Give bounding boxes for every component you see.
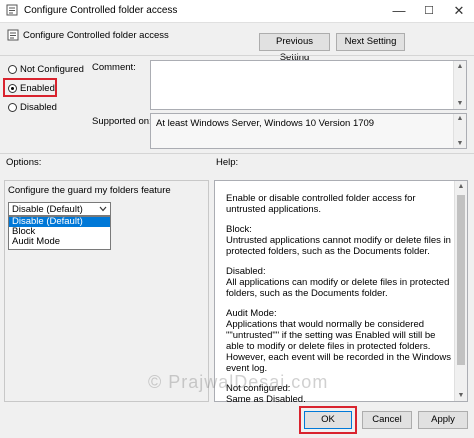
comment-textbox[interactable]: ▲ ▼ [150, 60, 467, 110]
help-scrollbar[interactable]: ▲ ▼ [454, 181, 467, 401]
scroll-down-icon[interactable]: ▼ [454, 100, 466, 107]
options-panel: Configure the guard my folders feature D… [4, 180, 209, 402]
apply-button[interactable]: Apply [418, 411, 468, 429]
annotation-highlight [3, 78, 57, 97]
help-not-configured-text: Same as Disabled. [226, 394, 306, 405]
title-bar: Configure Controlled folder access — ☐ ✕ [0, 0, 474, 23]
section-divider [0, 153, 474, 154]
close-button[interactable]: ✕ [444, 0, 474, 22]
supported-on-box: At least Windows Server, Windows 10 Vers… [150, 113, 467, 149]
minimize-button[interactable]: — [384, 0, 414, 22]
radio-circle[interactable] [8, 103, 17, 112]
help-disabled-text: All applications can modify or delete fi… [226, 277, 450, 299]
guard-folders-label: Configure the guard my folders feature [8, 185, 171, 196]
scroll-up-icon[interactable]: ▲ [455, 183, 467, 190]
help-disabled-heading: Disabled: [226, 266, 266, 277]
options-label: Options: [6, 157, 42, 168]
supported-scrollbar[interactable]: ▲ ▼ [453, 114, 466, 148]
scroll-down-icon[interactable]: ▼ [455, 392, 467, 399]
help-block-text: Untrusted applications cannot modify or … [226, 235, 451, 257]
help-panel: Enable or disable controlled folder acce… [214, 180, 468, 405]
maximize-button[interactable]: ☐ [414, 0, 444, 22]
header-divider [0, 55, 474, 56]
cancel-button[interactable]: Cancel [362, 411, 412, 429]
dropdown-option-audit-mode[interactable]: Audit Mode [12, 237, 60, 247]
chevron-down-icon[interactable] [99, 206, 107, 212]
watermark: © PrajwalDesai.com [148, 372, 329, 392]
scroll-thumb[interactable] [457, 195, 465, 365]
policy-icon [6, 4, 18, 16]
guard-folders-dropdown[interactable]: Disable (Default) [8, 202, 111, 216]
help-audit-text: Applications that would normally be cons… [226, 319, 451, 374]
next-setting-button[interactable]: Next Setting [336, 33, 405, 51]
radio-not-configured[interactable]: Not Configured [8, 64, 84, 75]
help-audit-heading: Audit Mode: [226, 308, 277, 319]
help-block-heading: Block: [226, 224, 252, 235]
setting-title: Configure Controlled folder access [23, 30, 169, 41]
policy-icon [7, 29, 19, 41]
ok-button[interactable]: OK [304, 411, 352, 429]
radio-label: Disabled [20, 102, 57, 113]
comment-label: Comment: [92, 62, 136, 73]
help-label: Help: [216, 157, 239, 168]
dropdown-value: Disable (Default) [12, 204, 83, 215]
previous-setting-button[interactable]: Previous Setting [259, 33, 330, 63]
dropdown-list: Disable (Default) Block Audit Mode [8, 216, 111, 250]
scroll-up-icon[interactable]: ▲ [454, 115, 466, 122]
comment-scrollbar[interactable]: ▲ ▼ [453, 61, 466, 109]
window-title: Configure Controlled folder access [24, 5, 178, 16]
help-intro: Enable or disable controlled folder acce… [226, 193, 416, 215]
scroll-down-icon[interactable]: ▼ [454, 140, 466, 147]
radio-label: Not Configured [20, 64, 84, 75]
scroll-up-icon[interactable]: ▲ [454, 63, 466, 70]
radio-disabled[interactable]: Disabled [8, 102, 57, 113]
radio-circle[interactable] [8, 65, 17, 74]
supported-on-value: At least Windows Server, Windows 10 Vers… [156, 118, 375, 129]
supported-on-label: Supported on: [92, 116, 152, 127]
